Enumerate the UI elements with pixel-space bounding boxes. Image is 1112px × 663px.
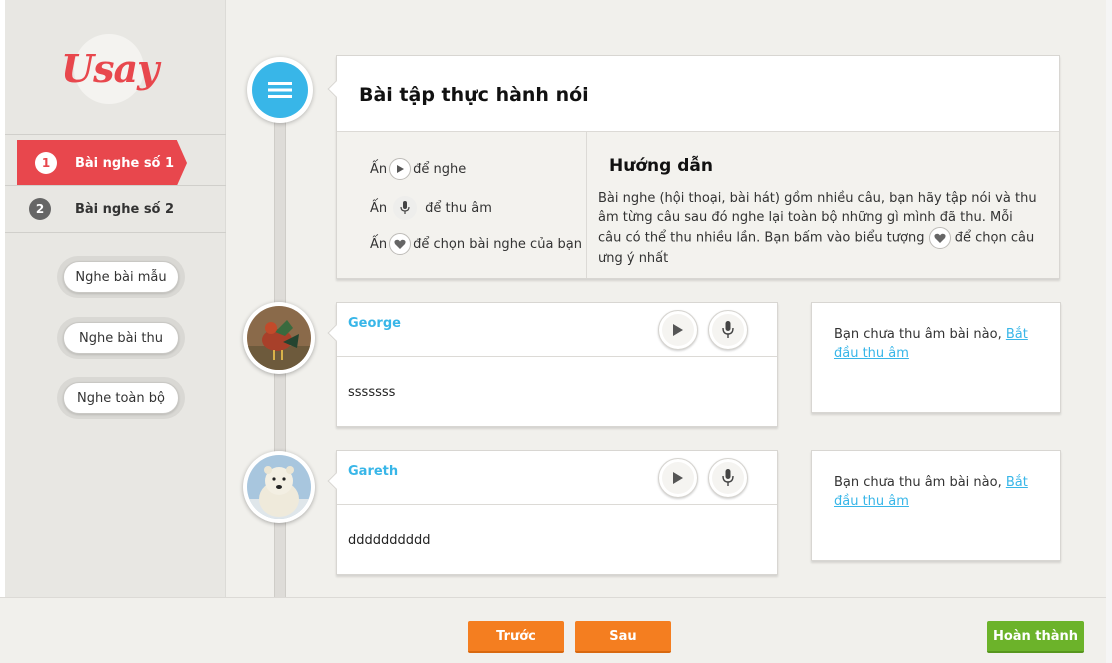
divider xyxy=(586,131,587,278)
play-icon xyxy=(389,158,412,180)
play-button[interactable] xyxy=(658,458,698,498)
listen-all-button-frame: Nghe toàn bộ xyxy=(57,377,185,419)
page-title: Bài tập thực hành nói xyxy=(359,84,589,106)
listen-all-button[interactable]: Nghe toàn bộ xyxy=(63,382,179,414)
hint-prefix: Ấn xyxy=(370,200,388,216)
heart-icon xyxy=(928,227,951,249)
footer-bar: Trước Sau Hoàn thành xyxy=(0,597,1112,663)
hint-prefix: Ấn xyxy=(370,161,388,177)
hint-text: để chọn bài nghe của bạn xyxy=(413,236,583,252)
recording-status: Bạn chưa thu âm bài nào, Bắt đầu thu âm xyxy=(834,325,1044,363)
status-text: Bạn chưa thu âm bài nào, xyxy=(834,475,1002,490)
recording-status: Bạn chưa thu âm bài nào, Bắt đầu thu âm xyxy=(834,473,1044,511)
speaker-name: George xyxy=(348,316,401,331)
microphone-icon xyxy=(393,196,418,220)
sidebar: Usay 1 Bài nghe số 1 2 Bài nghe số 2 Ngh… xyxy=(5,0,226,597)
sidebar-item-label: Bài nghe số 1 xyxy=(75,155,175,171)
guide-title: Hướng dẫn xyxy=(609,156,713,176)
hint-text: để thu âm xyxy=(425,200,492,216)
hint-play: Ấn để nghe xyxy=(370,158,466,180)
avatar xyxy=(247,306,311,370)
listen-recorded-button[interactable]: Nghe bài thu xyxy=(63,322,179,354)
divider xyxy=(337,504,777,505)
record-button[interactable] xyxy=(708,310,748,350)
sidebar-item-label: Bài nghe số 2 xyxy=(75,201,175,217)
sidebar-item-lesson-2[interactable]: 2 Bài nghe số 2 xyxy=(5,186,226,232)
speaker-name: Gareth xyxy=(348,464,399,479)
lesson-number-badge: 1 xyxy=(35,152,57,174)
listen-recorded-button-frame: Nghe bài thu xyxy=(57,317,185,359)
next-button[interactable]: Sau xyxy=(575,621,671,653)
sentence-text: dddddddddd xyxy=(348,533,431,548)
status-text: Bạn chưa thu âm bài nào, xyxy=(834,327,1002,342)
hint-prefix: Ấn xyxy=(370,236,388,252)
guide-body: Bài nghe (hội thoại, bài hát) gồm nhiều … xyxy=(598,189,1038,268)
previous-button[interactable]: Trước xyxy=(468,621,564,653)
divider xyxy=(5,232,226,233)
logo: Usay xyxy=(61,46,159,91)
sidebar-item-lesson-1[interactable]: 1 Bài nghe số 1 xyxy=(17,140,187,186)
finish-button[interactable]: Hoàn thành xyxy=(987,621,1084,653)
avatar xyxy=(247,455,311,519)
hint-record: Ấn để thu âm xyxy=(370,196,492,220)
sentence-text: sssssss xyxy=(348,385,396,400)
record-button[interactable] xyxy=(708,458,748,498)
heart-icon xyxy=(389,233,412,255)
scrollbar[interactable] xyxy=(1106,0,1112,663)
listen-sample-button-frame: Nghe bài mẫu xyxy=(57,256,185,298)
menu-icon[interactable] xyxy=(252,62,308,118)
divider xyxy=(5,134,226,135)
lesson-number-badge: 2 xyxy=(29,198,51,220)
listen-sample-button[interactable]: Nghe bài mẫu xyxy=(63,261,179,293)
play-button[interactable] xyxy=(658,310,698,350)
hint-favorite: Ấn để chọn bài nghe của bạn xyxy=(370,233,582,255)
hint-text: để nghe xyxy=(413,161,467,177)
divider xyxy=(337,356,777,357)
